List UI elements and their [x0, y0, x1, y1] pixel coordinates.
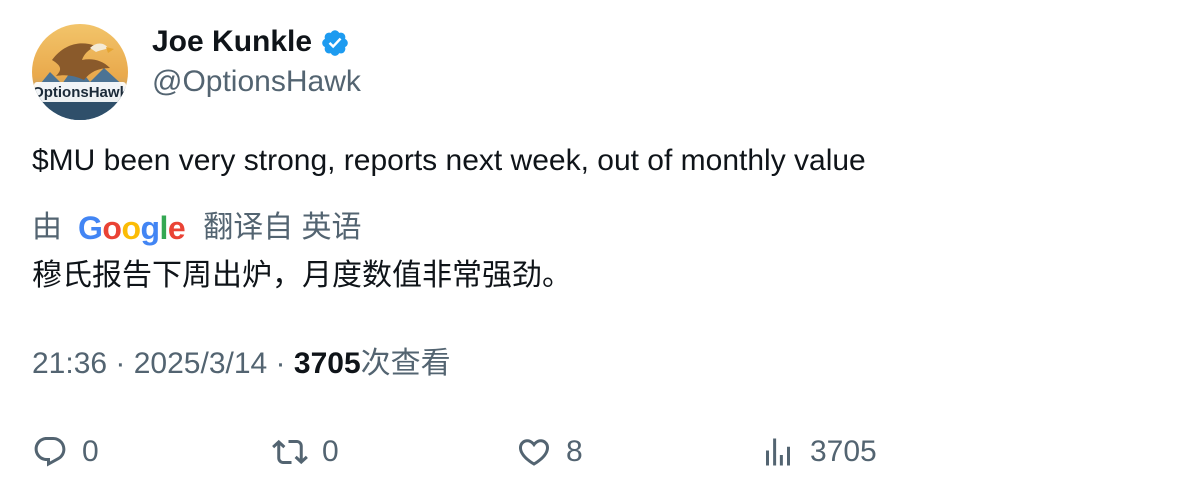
- tweet-time[interactable]: 21:36: [32, 347, 107, 380]
- translation-prefix: 由: [32, 211, 62, 244]
- tweet-date[interactable]: 2025/3/14: [134, 347, 267, 380]
- avatar-logo-text: OptionsHawk: [32, 84, 128, 101]
- display-name-text: Joe Kunkle: [152, 25, 313, 58]
- like-count: 8: [566, 435, 583, 468]
- speech-bubble-icon: [34, 437, 66, 467]
- like-button[interactable]: 8: [516, 430, 583, 474]
- translation-attribution[interactable]: 由 Google 翻译自 英语: [32, 207, 362, 249]
- author-handle[interactable]: @OptionsHawk: [152, 62, 361, 102]
- avatar[interactable]: OptionsHawk: [32, 24, 128, 120]
- meta-separator: ·: [107, 347, 134, 380]
- bar-chart-icon: [766, 438, 790, 466]
- retweet-arrows-icon: [272, 439, 308, 465]
- views-suffix: 次查看: [360, 347, 451, 380]
- translated-tweet-text: 穆氏报告下周出炉，月度数值非常强劲。: [32, 259, 572, 292]
- heart-icon: [518, 439, 550, 466]
- tweet-meta: 21:36 · 2025/3/14 · 3705次查看: [32, 344, 451, 384]
- reply-button[interactable]: 0: [32, 430, 99, 474]
- google-logo: Google: [78, 210, 186, 246]
- retweet-count: 0: [322, 435, 339, 468]
- views-count: 3705: [293, 347, 361, 380]
- translation-source-label: 翻译自 英语: [203, 211, 362, 244]
- reply-count: 0: [82, 435, 99, 468]
- views-button[interactable]: 3705: [760, 430, 877, 474]
- retweet-button[interactable]: 0: [272, 430, 339, 474]
- author-display-name[interactable]: Joe Kunkle: [152, 22, 350, 62]
- tweet-text: $MU been very strong, reports next week,…: [32, 144, 866, 177]
- verified-badge-icon[interactable]: [320, 28, 350, 58]
- views-action-count: 3705: [810, 435, 877, 468]
- meta-separator-2: ·: [267, 347, 294, 380]
- hawk-logo-image: OptionsHawk: [32, 24, 128, 120]
